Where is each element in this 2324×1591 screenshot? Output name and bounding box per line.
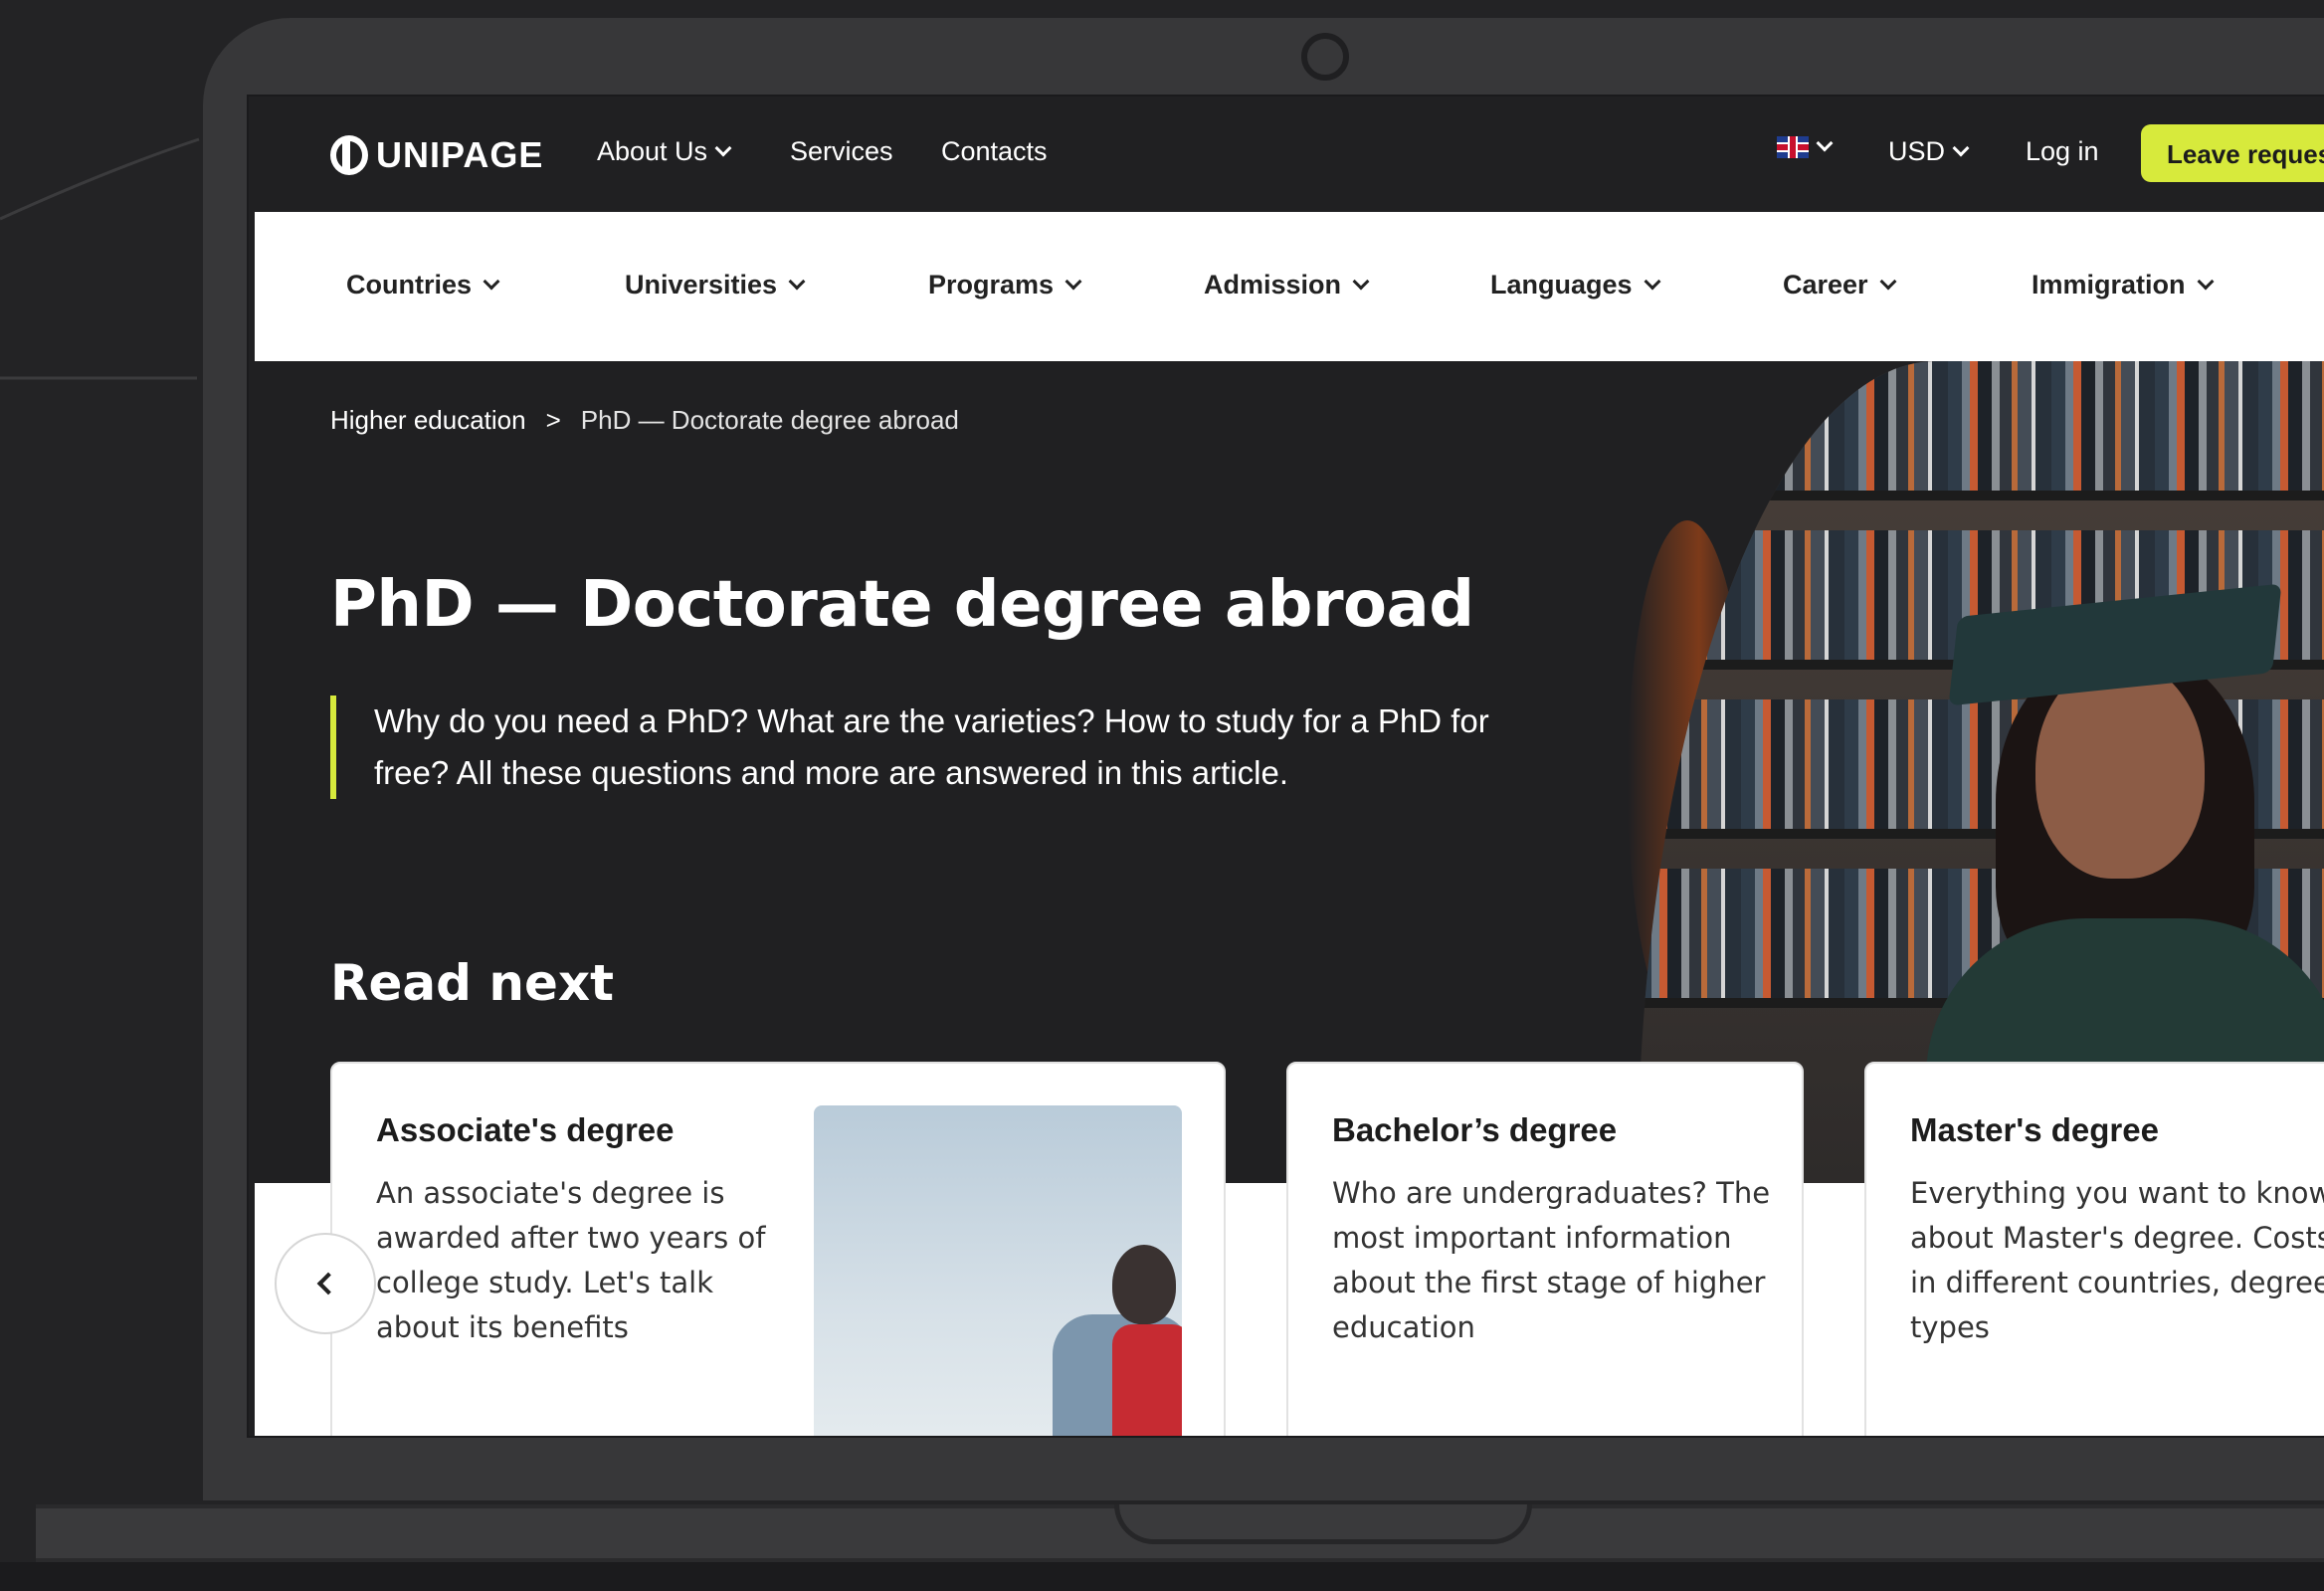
camera-icon (1301, 33, 1349, 81)
chevron-down-icon (1352, 273, 1370, 290)
category-label: Immigration (2032, 270, 2186, 299)
category-programs[interactable]: Programs (928, 270, 1082, 300)
nav-services[interactable]: Services (790, 136, 893, 167)
breadcrumb-separator: > (545, 405, 561, 435)
chevron-down-icon (1644, 273, 1661, 290)
breadcrumb-parent-link[interactable]: Higher education (330, 405, 526, 436)
laptop-foot (0, 1562, 2324, 1591)
category-label: Career (1783, 270, 1868, 299)
leave-request-button[interactable]: Leave request (2141, 124, 2324, 182)
logo-text: UNIPAGE (376, 134, 544, 175)
nav-contacts-label: Contacts (941, 136, 1048, 166)
chevron-down-icon (2197, 273, 2215, 290)
chevron-down-icon (788, 273, 806, 290)
card-description: Everything you want to know about Master… (1910, 1176, 2324, 1344)
card-title: Master's degree (1910, 1111, 2159, 1148)
category-label: Languages (1490, 270, 1633, 299)
unipage-logo-icon (330, 135, 368, 175)
uk-flag-icon (1777, 136, 1809, 158)
nav-contacts[interactable]: Contacts (941, 136, 1048, 167)
category-label: Countries (346, 270, 473, 299)
category-admission[interactable]: Admission (1204, 270, 1370, 300)
nav-services-label: Services (790, 136, 893, 166)
language-selector[interactable] (1777, 134, 1834, 158)
red-backpack (1112, 1324, 1182, 1436)
read-next-heading: Read next (330, 954, 615, 1012)
currency-label: USD (1888, 136, 1946, 166)
bookshelf-row (1638, 361, 2324, 500)
currency-selector[interactable]: USD (1888, 136, 1970, 167)
card-title: Bachelor’s degree (1332, 1111, 1618, 1148)
page-title: PhD — Doctorate degree abroad (330, 568, 1474, 642)
category-label: Universities (625, 270, 778, 299)
category-navigation: Countries Universities Programs Admissio… (255, 212, 2324, 361)
traveler-photo (814, 1105, 1182, 1436)
nav-about-us[interactable]: About Us (597, 136, 732, 167)
login-label: Log in (2026, 136, 2099, 166)
carousel-prev-button[interactable] (275, 1233, 376, 1334)
chevron-down-icon (1065, 273, 1082, 290)
read-next-card[interactable]: Master's degree Everything you want to k… (1864, 1062, 2324, 1436)
browser-screen: UNIPAGE About Us Services Contacts USD L… (249, 97, 2324, 1436)
card-description: An associate's degree is awarded after t… (376, 1176, 766, 1344)
category-career[interactable]: Career (1783, 270, 1897, 300)
chevron-down-icon (1952, 139, 1970, 156)
chevron-down-icon (1816, 134, 1834, 152)
category-countries[interactable]: Countries (346, 270, 500, 300)
top-navigation-bar: UNIPAGE About Us Services Contacts USD L… (249, 97, 2324, 212)
card-title: Associate's degree (376, 1111, 675, 1148)
traveler-head (1112, 1245, 1176, 1324)
device-mockup: UNIPAGE About Us Services Contacts USD L… (0, 0, 2324, 1591)
hero-section: Higher education > PhD — Doctorate degre… (255, 361, 2324, 1436)
read-next-card[interactable]: Bachelor’s degree Who are undergraduates… (1286, 1062, 1804, 1436)
chevron-down-icon (1879, 273, 1897, 290)
chevron-left-icon (316, 1272, 340, 1295)
graduate-library-photo (1638, 361, 2324, 1183)
breadcrumb-current: PhD — Doctorate degree abroad (580, 405, 959, 435)
card-description: Who are undergraduates? The most importa… (1332, 1176, 1771, 1344)
graduation-cap (1948, 583, 2282, 706)
login-link[interactable]: Log in (2026, 136, 2099, 167)
category-label: Programs (928, 270, 1055, 299)
breadcrumb: Higher education > PhD — Doctorate degre… (330, 405, 959, 436)
nav-about-us-label: About Us (597, 136, 708, 166)
category-languages[interactable]: Languages (1490, 270, 1661, 300)
chevron-down-icon (483, 273, 500, 290)
category-universities[interactable]: Universities (625, 270, 806, 300)
chevron-down-icon (714, 139, 732, 156)
laptop-notch (1114, 1504, 1532, 1544)
logo[interactable]: UNIPAGE (330, 134, 543, 176)
category-label: Admission (1204, 270, 1342, 299)
page-lead: Why do you need a PhD? What are the vari… (330, 696, 1524, 799)
category-immigration[interactable]: Immigration (2032, 270, 2215, 300)
read-next-card[interactable]: Associate's degree An associate's degree… (330, 1062, 1226, 1436)
